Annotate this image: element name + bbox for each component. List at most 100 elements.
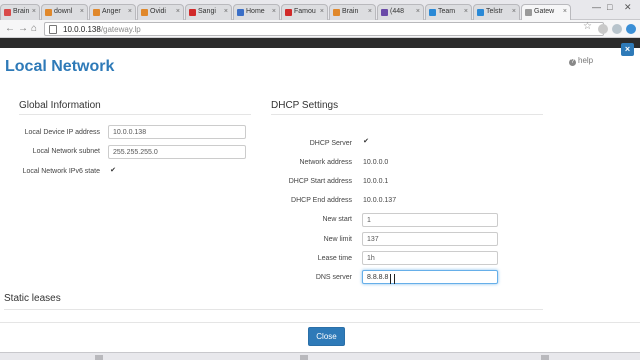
dhcp-settings-heading: DHCP Settings [271,100,339,111]
address-bar[interactable]: 10.0.0.138/gateway.lp [44,22,604,36]
help-label: help [578,56,594,65]
close-tab-icon[interactable]: × [512,8,516,15]
dhcp-server-checkbox[interactable]: ✔ [362,138,370,146]
address-path: /gateway.lp [100,25,141,34]
page-header-bar [0,38,640,48]
divider [4,309,543,310]
favicon-icon [4,9,11,16]
favicon-icon [285,9,292,16]
browser-tab[interactable]: Brain × [329,4,376,20]
extension-icon[interactable] [598,24,608,34]
close-tab-icon[interactable]: × [224,8,228,15]
dhcp-start-value: 10.0.0.1 [363,178,389,185]
close-tab-icon[interactable]: × [272,8,276,15]
back-icon[interactable]: ← [5,23,15,34]
browser-tab[interactable]: Brain × [0,4,40,20]
taskbar-item[interactable] [541,355,549,360]
forward-icon[interactable]: → [18,23,28,34]
lease-time-label: Lease time [317,255,352,262]
subnet-label: Local Network subnet [32,148,100,155]
text-cursor-icon [390,274,395,284]
close-tab-icon[interactable]: × [464,8,468,15]
browser-tab[interactable]: Anger × [89,4,136,20]
close-tab-icon[interactable]: × [563,8,567,15]
taskbar-item[interactable] [95,355,103,360]
network-address-label: Network address [299,159,352,166]
tab-label: Brain [342,8,359,15]
dhcp-end-value: 10.0.0.137 [363,197,397,204]
tab-label: Home [246,8,265,15]
close-tab-icon[interactable]: × [128,8,132,15]
modal-close-icon[interactable]: × [621,43,634,56]
address-host: 10.0.0.138 [63,25,101,34]
subnet-field[interactable]: 255.255.255.0 [108,145,246,159]
close-tab-icon[interactable]: × [32,8,36,15]
ip-address-field[interactable]: 10.0.0.138 [108,125,246,139]
browser-tab[interactable]: Telstr × [473,4,520,20]
browser-tab[interactable]: Team × [425,4,472,20]
favicon-icon [93,9,100,16]
new-limit-field[interactable]: 137 [362,232,498,246]
browser-tab[interactable]: Famou × [281,4,328,20]
minimize-icon[interactable]: — [592,2,601,12]
page-icon [49,25,57,34]
close-tab-icon[interactable]: × [416,8,420,15]
browser-toolbar: ← → ⌂ 10.0.0.138/gateway.lp ☆ [0,20,640,38]
lease-time-field[interactable]: 1h [362,251,498,265]
window-close-icon[interactable]: ✕ [624,2,632,13]
favicon-icon [189,9,196,16]
browser-tab[interactable]: (448 × [377,4,424,20]
taskbar-item[interactable] [300,355,308,360]
ip-address-label: Local Device IP address [24,129,100,136]
browser-tab[interactable]: Sangi × [185,4,232,20]
new-limit-label: New limit [323,236,352,243]
favicon-icon [237,9,244,16]
browser-tab[interactable]: Home × [233,4,280,20]
tab-strip: Brain × downl × Anger × Ovidi × Sangi × Home ×… [0,0,640,21]
dhcp-start-label: DHCP Start address [288,178,352,185]
ipv6-state-checkbox[interactable]: ✔ [109,167,117,175]
close-tab-icon[interactable]: × [80,8,84,15]
favicon-icon [381,9,388,16]
tab-label: downl [54,8,73,15]
bookmark-star-icon[interactable]: ☆ [583,21,592,32]
maximize-icon[interactable]: □ [607,2,612,12]
network-address-value: 10.0.0.0 [363,159,389,166]
browser-tab-active[interactable]: Gatew × [521,4,571,21]
dns-server-label: DNS server [315,274,352,281]
taskbar [0,352,640,360]
reload-icon[interactable]: ⌂ [31,23,37,34]
browser-tab[interactable]: Ovidi × [137,4,184,20]
tab-label: Brain [13,8,30,15]
modal-title: Local Network [5,58,115,75]
close-tab-icon[interactable]: × [320,8,324,15]
new-start-field[interactable]: 1 [362,213,498,227]
favicon-icon [429,9,436,16]
menu-icon[interactable] [626,24,636,34]
divider [271,114,543,115]
tab-label: Famou [294,8,316,15]
help-icon: ? [569,59,576,66]
dns-server-field[interactable]: 8.8.8.8 [362,270,498,284]
help-link[interactable]: ? help [569,56,593,66]
tab-label: Anger [102,8,121,15]
new-start-label: New start [322,216,352,223]
favicon-icon [477,9,484,16]
browser-tab[interactable]: downl × [41,4,88,20]
tab-label: Sangi [198,8,216,15]
dhcp-server-label: DHCP Server [309,140,352,147]
dhcp-end-label: DHCP End address [291,197,352,204]
tab-label: Gatew [534,8,555,15]
close-tab-icon[interactable]: × [176,8,180,15]
close-button[interactable]: Close [308,327,345,346]
tab-label: Team [438,8,456,15]
static-leases-heading: Static leases [4,293,61,304]
extension-icon[interactable] [612,24,622,34]
local-network-modal: Local Network ? help × Global Information… [0,43,640,360]
tab-label: Telstr [486,8,503,15]
global-info-heading: Global Information [19,100,101,111]
close-tab-icon[interactable]: × [368,8,372,15]
tab-label: Ovidi [150,8,166,15]
modal-footer-divider [0,322,640,323]
ipv6-state-label: Local Network IPv6 state [22,168,100,175]
